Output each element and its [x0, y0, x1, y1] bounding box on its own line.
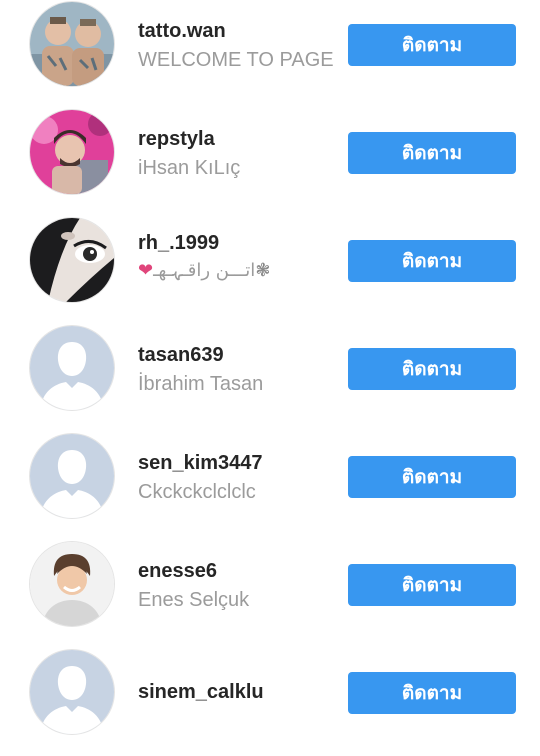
user-row[interactable]: sen_kim3447 Ckckckclclclc ติดตาม — [0, 432, 540, 540]
follow-button[interactable]: ติดตาม — [348, 564, 516, 606]
follow-button[interactable]: ติดตาม — [348, 456, 516, 498]
full-name: WELCOME TO PAGE — [138, 49, 334, 71]
user-row[interactable]: tatto.wan WELCOME TO PAGE ติดตาม — [0, 0, 540, 108]
full-name: iHsan KıLıç — [138, 157, 241, 179]
avatar[interactable] — [30, 110, 114, 194]
default-avatar-icon[interactable] — [30, 434, 114, 518]
username[interactable]: tatto.wan — [138, 20, 226, 43]
username[interactable]: rh_.1999 — [138, 232, 219, 255]
user-row[interactable]: sinem_calklu ติดตาม — [0, 648, 540, 756]
full-name-row: ❤اتـــن راقـہـهـ❃ — [138, 260, 270, 281]
user-row[interactable]: rh_.1999 ❤اتـــن راقـہـهـ❃ ติดตาม — [0, 216, 540, 324]
follow-button[interactable]: ติดตาม — [348, 348, 516, 390]
username[interactable]: enesse6 — [138, 560, 217, 583]
username[interactable]: sen_kim3447 — [138, 452, 263, 475]
username[interactable]: tasan639 — [138, 344, 224, 367]
user-row[interactable]: repstyla iHsan KıLıç ติดตาม — [0, 108, 540, 216]
avatar[interactable] — [30, 218, 114, 302]
default-avatar-icon[interactable] — [30, 326, 114, 410]
default-avatar-icon[interactable] — [30, 650, 114, 734]
follow-button[interactable]: ติดตาม — [348, 672, 516, 714]
avatar[interactable] — [30, 2, 114, 86]
heart-icon: ❤ — [138, 260, 154, 281]
snowflake-icon: ❃ — [255, 260, 271, 281]
follow-button[interactable]: ติดตาม — [348, 24, 516, 66]
username[interactable]: repstyla — [138, 128, 215, 151]
full-name: Enes Selçuk — [138, 589, 250, 611]
username[interactable]: sinem_calklu — [138, 681, 264, 704]
follow-button[interactable]: ติดตาม — [348, 132, 516, 174]
full-name: İbrahim Tasan — [138, 373, 264, 395]
user-row[interactable]: tasan639 İbrahim Tasan ติดตาม — [0, 324, 540, 432]
suggested-users-list: tatto.wan WELCOME TO PAGE ติดตาม repstyl… — [0, 0, 540, 753]
avatar[interactable] — [30, 542, 114, 626]
full-name: Ckckckclclclc — [138, 481, 256, 503]
full-name: اتـــن راقـہـهـ — [153, 260, 256, 281]
user-row[interactable]: enesse6 Enes Selçuk ติดตาม — [0, 540, 540, 648]
follow-button[interactable]: ติดตาม — [348, 240, 516, 282]
